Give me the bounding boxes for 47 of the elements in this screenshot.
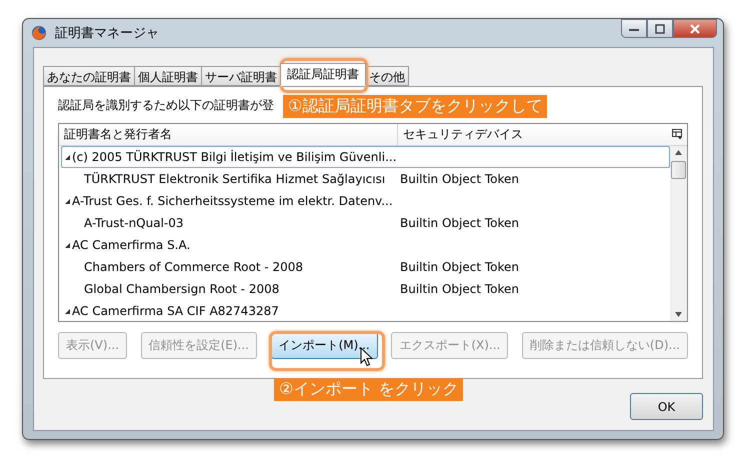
tab[interactable]: その他: [365, 66, 409, 86]
close-icon: [689, 24, 701, 34]
column-header[interactable]: セキュリティデバイス: [398, 124, 672, 145]
expanded-triangle-icon[interactable]: [64, 198, 71, 204]
tree-cell: Builtin Object Token: [400, 282, 520, 296]
tree-row[interactable]: (c) 2005 TÜRKTRUST Bilgi İletişim ve Bilişim Güvenli...: [61, 146, 670, 168]
tree-cell: Builtin Object Token: [400, 260, 520, 274]
close-button[interactable]: [673, 19, 717, 38]
description-text: 認証局を識別するため以下の証明書が登: [58, 97, 274, 114]
tree-row[interactable]: AC Camerfirma SA CIF A82743287: [61, 300, 670, 321]
annotation-label: ①認証局証明書タブをクリックして: [283, 95, 548, 118]
tree-cell: Builtin Object Token: [400, 216, 520, 230]
tab[interactable]: 認証局証明書: [280, 63, 366, 86]
column-picker-icon[interactable]: [672, 129, 683, 140]
tree-row[interactable]: Global Chambersign Root - 2008 Builtin Object Token: [61, 278, 670, 300]
tab[interactable]: あなたの証明書: [43, 66, 135, 86]
ok-button[interactable]: OK: [630, 393, 703, 420]
scroll-up-icon[interactable]: [675, 150, 682, 155]
tree-row[interactable]: AC Camerfirma S.A.: [61, 234, 670, 256]
tree-row[interactable]: TÜRKTRUST Elektronik Sertifika Hizmet Sağlayıcısı Builtin Object Token: [61, 168, 670, 190]
tree-cell-text: Global Chambersign Root - 2008: [83, 282, 280, 296]
tree-cell-text: Chambers of Commerce Root - 2008: [83, 260, 304, 274]
maximize-icon: [654, 24, 666, 34]
minimize-button[interactable]: [621, 19, 647, 38]
tree-cell-text: A-Trust-nQual-03: [83, 216, 185, 230]
tree-cell: A-Trust Ges. f. Sicherheitssysteme im elektr. Datenv...: [72, 194, 393, 208]
expanded-triangle-icon[interactable]: [64, 308, 71, 314]
annotation-label: ②インポート をクリック: [274, 378, 464, 401]
scrollbar[interactable]: [670, 146, 687, 321]
tree-cell: Builtin Object Token: [400, 172, 520, 186]
tree-row[interactable]: A-Trust-nQual-03 Builtin Object Token: [61, 212, 670, 234]
scrollbar-thumb[interactable]: [671, 161, 686, 179]
tree-cell: AC Camerfirma SA CIF A82743287: [72, 304, 279, 318]
tree-cell-text: TÜRKTRUST Elektronik Sertifika Hizmet Sağlayıcısı: [83, 172, 386, 186]
tree-row[interactable]: A-Trust Ges. f. Sicherheitssysteme im elektr. Datenv...: [61, 190, 670, 212]
tab[interactable]: 個人証明書: [134, 66, 202, 86]
expanded-triangle-icon[interactable]: [64, 242, 71, 248]
tab[interactable]: サーバ証明書: [201, 66, 281, 86]
column-header[interactable]: 証明書名と発行者名: [59, 124, 398, 145]
tree-cell: (c) 2005 TÜRKTRUST Bilgi İletişim ve Bilişim Güvenli...: [72, 150, 397, 164]
tree-row[interactable]: Chambers of Commerce Root - 2008 Builtin Object Token: [61, 256, 670, 278]
browser-logo-icon: [31, 25, 47, 41]
maximize-button[interactable]: [647, 19, 673, 38]
tree-cell: AC Camerfirma S.A.: [72, 238, 190, 252]
window-title: 証明書マネージャ: [55, 25, 159, 42]
expanded-triangle-icon[interactable]: [64, 154, 71, 160]
scroll-down-icon[interactable]: [675, 312, 682, 317]
